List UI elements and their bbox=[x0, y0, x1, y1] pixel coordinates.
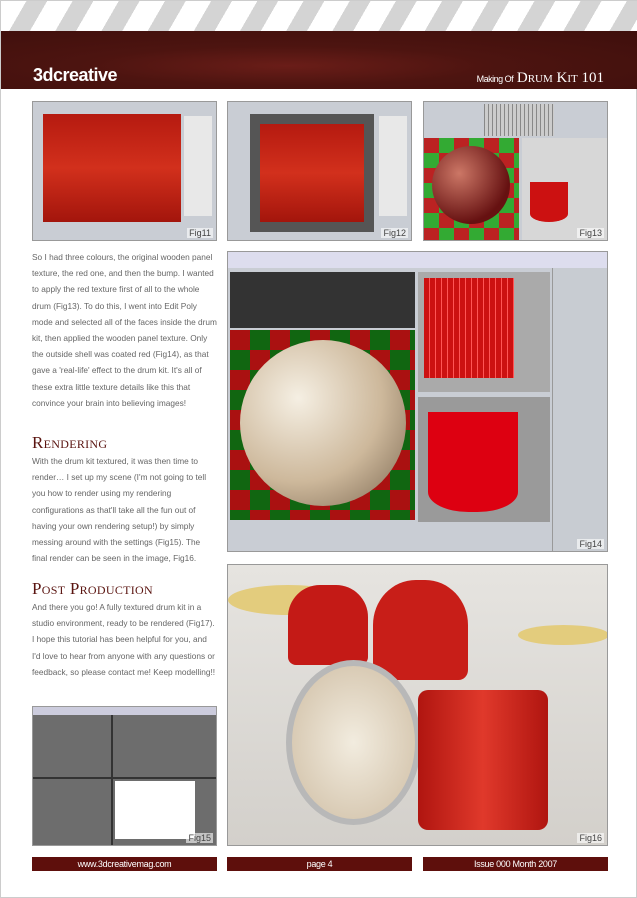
article-title-text: Drum Kit 101 bbox=[516, 70, 604, 86]
figure-12: Fig12 bbox=[227, 101, 412, 241]
figure-label: Fig12 bbox=[381, 228, 408, 238]
footer-website[interactable]: www.3dcreativemag.com bbox=[32, 857, 217, 871]
article-title: Making Of Drum Kit 101 bbox=[477, 70, 604, 87]
making-of-label: Making Of bbox=[476, 74, 514, 84]
figure-label: Fig11 bbox=[187, 228, 213, 238]
figure-13: Fig13 bbox=[423, 101, 608, 241]
paragraph-rendering: With the drum kit textured, it was then … bbox=[32, 456, 207, 564]
figure-14: Fig14 bbox=[227, 251, 608, 552]
footer-issue: Issue 000 Month 2007 bbox=[423, 857, 608, 871]
paragraph-textures: So I had three colours, the original woo… bbox=[32, 252, 217, 408]
figure-label: Fig14 bbox=[577, 539, 604, 549]
heading-rendering: Rendering bbox=[32, 433, 108, 452]
figure-label: Fig13 bbox=[577, 228, 604, 238]
figure-label: Fig16 bbox=[577, 833, 604, 843]
figure-label: Fig15 bbox=[186, 833, 213, 843]
header-stripes bbox=[1, 1, 637, 31]
figure-16: Fig16 bbox=[227, 564, 608, 846]
footer-page-number: page 4 bbox=[227, 857, 412, 871]
figure-15: Fig15 bbox=[32, 706, 217, 846]
figure-11: Fig11 bbox=[32, 101, 217, 241]
magazine-logo: 3dcreative bbox=[33, 65, 118, 85]
heading-post-production: Post Production bbox=[32, 579, 153, 598]
paragraph-post-production: And there you go! A fully textured drum … bbox=[32, 602, 216, 677]
